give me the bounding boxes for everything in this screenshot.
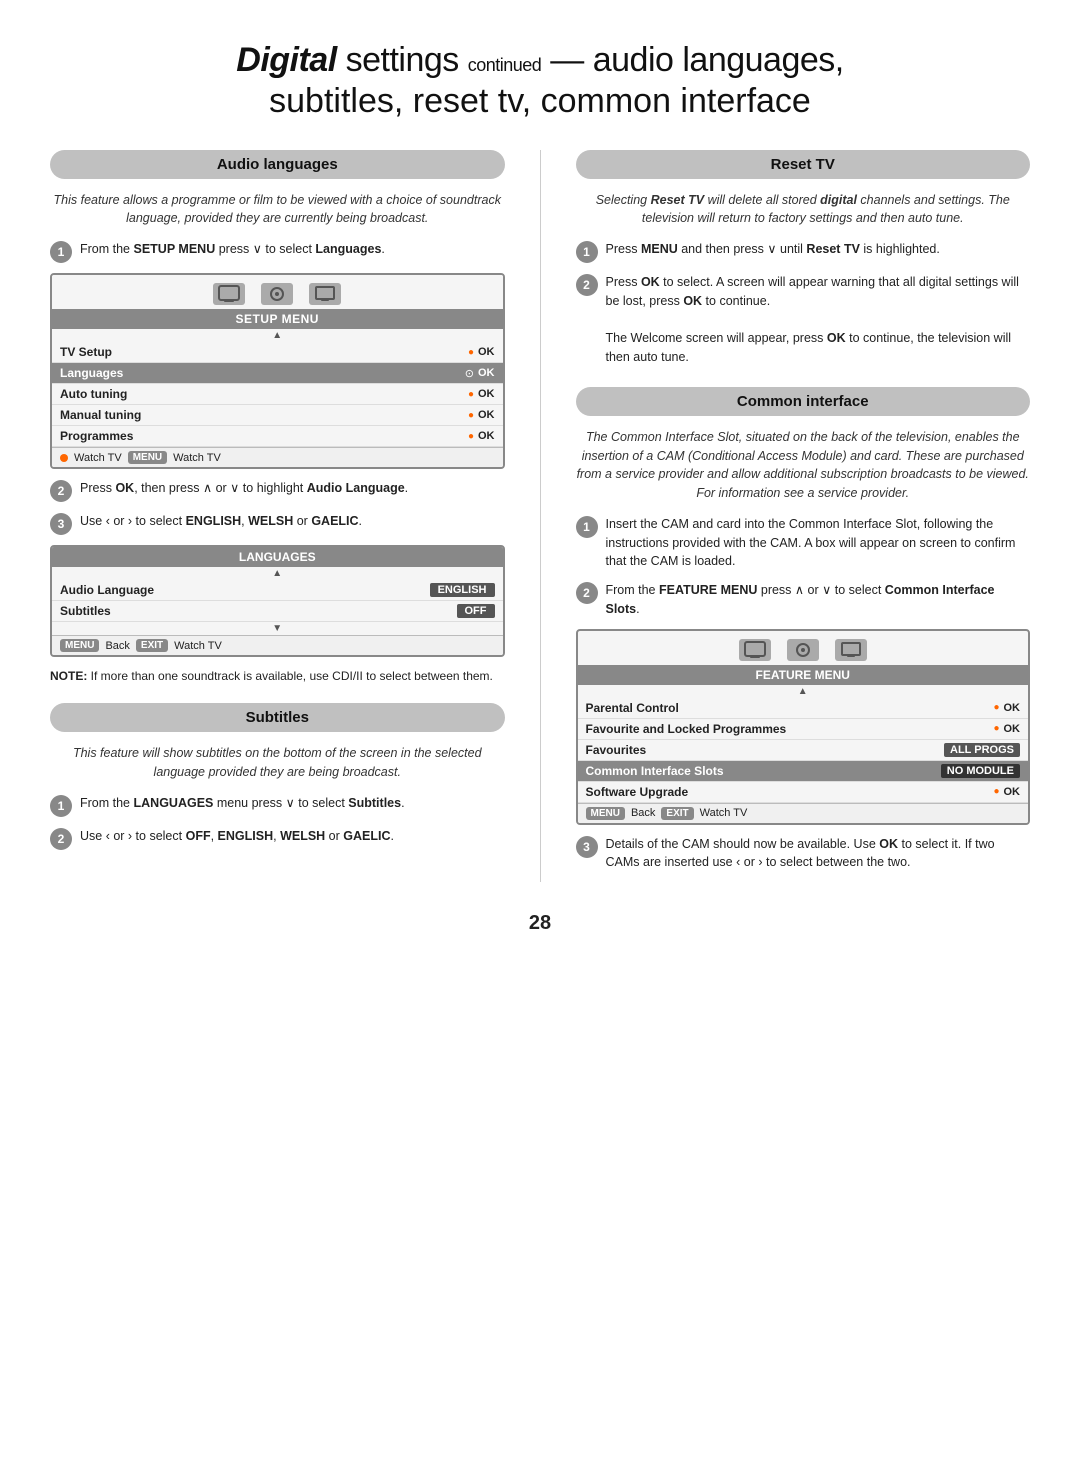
setup-menu-arrow-up: ▲: [52, 329, 503, 342]
lang-menu-btn: MENU: [60, 639, 99, 652]
audio-note: NOTE: If more than one soundtrack is ava…: [50, 667, 505, 685]
left-column: Audio languages This feature allows a pr…: [50, 150, 505, 883]
footer-menu-btn: MENU: [128, 451, 167, 464]
footer-dot: [60, 454, 68, 462]
audio-languages-section: Audio languages This feature allows a pr…: [50, 150, 505, 686]
step-num-2: 2: [50, 480, 72, 502]
step-2-text: Press OK, then press ∧ or ∨ to highlight…: [80, 479, 505, 498]
feature-menu-title: FEATURE MENU: [578, 665, 1029, 685]
reset-tv-section: Reset TV Selecting Reset TV will delete …: [576, 150, 1031, 367]
audio-languages-intro: This feature allows a programme or film …: [50, 191, 505, 229]
common-interface-intro: The Common Interface Slot, situated on t…: [576, 428, 1031, 503]
feature-menu-box: FEATURE MENU ▲ Parental Control ● OK Fav…: [576, 629, 1031, 825]
sub-step-num-1: 1: [50, 795, 72, 817]
step-num-1: 1: [50, 241, 72, 263]
fm-exit-btn: EXIT: [661, 807, 693, 820]
subtitles-header: Subtitles: [50, 703, 505, 732]
ci-step-3-text: Details of the CAM should now be availab…: [606, 835, 1031, 873]
common-interface-section: Common interface The Common Interface Sl…: [576, 387, 1031, 872]
step-3-text: Use ‹ or › to select ENGLISH, WELSH or G…: [80, 512, 505, 531]
fm-arrow-up: ▲: [578, 685, 1029, 698]
subtitles-section: Subtitles This feature will show subtitl…: [50, 703, 505, 850]
step-1-text: From the SETUP MENU press ∨ to select La…: [80, 240, 505, 259]
setup-icon-monitor: [309, 283, 341, 305]
feature-menu-footer: MENU Back EXIT Watch TV: [578, 803, 1029, 823]
title-settings: settings: [337, 41, 468, 79]
lang-arrow-down: ▼: [52, 622, 503, 635]
subtitles-step-2: 2 Use ‹ or › to select OFF, ENGLISH, WEL…: [50, 827, 505, 850]
lang-footer: MENU Back EXIT Watch TV: [52, 635, 503, 655]
setup-row-languages: Languages ⊙ OK: [52, 363, 503, 384]
sub-step-1-text: From the LANGUAGES menu press ∨ to selec…: [80, 794, 505, 813]
page-number: 28: [50, 912, 1030, 935]
sub-step-2-text: Use ‹ or › to select OFF, ENGLISH, WELSH…: [80, 827, 505, 846]
fm-row-parental: Parental Control ● OK: [578, 698, 1029, 719]
fm-row-common-interface: Common Interface Slots NO MODULE: [578, 761, 1029, 782]
ci-step-2-text: From the FEATURE MENU press ∧ or ∨ to se…: [606, 581, 1031, 619]
setup-row-autotuning: Auto tuning ● OK: [52, 384, 503, 405]
ci-step-num-2: 2: [576, 582, 598, 604]
reset-step-2: 2 Press OK to select. A screen will appe…: [576, 273, 1031, 367]
audio-languages-header: Audio languages: [50, 150, 505, 179]
setup-menu-box: SETUP MENU ▲ TV Setup ● OK Languages ⊙ O…: [50, 273, 505, 469]
title-continued: continued: [468, 55, 542, 75]
fm-row-favourite-locked: Favourite and Locked Programmes ● OK: [578, 719, 1029, 740]
common-interface-header: Common interface: [576, 387, 1031, 416]
setup-menu-icons: [52, 275, 503, 309]
ci-step-2: 2 From the FEATURE MENU press ∧ or ∨ to …: [576, 581, 1031, 619]
title-line2: subtitles, reset tv, common interface: [50, 81, 1030, 122]
setup-row-manualtuning: Manual tuning ● OK: [52, 405, 503, 426]
setup-menu-title: SETUP MENU: [52, 309, 503, 329]
lang-row-subtitles: Subtitles OFF: [52, 601, 503, 622]
audio-step-3: 3 Use ‹ or › to select ENGLISH, WELSH or…: [50, 512, 505, 535]
ci-step-num-1: 1: [576, 516, 598, 538]
lang-row-audio: Audio Language ENGLISH: [52, 580, 503, 601]
subtitles-step-1: 1 From the LANGUAGES menu press ∨ to sel…: [50, 794, 505, 817]
languages-menu-box: LANGUAGES ▲ Audio Language ENGLISH Subti…: [50, 545, 505, 657]
fm-row-favourites: Favourites ALL PROGS: [578, 740, 1029, 761]
step-num-3: 3: [50, 513, 72, 535]
fm-icon-tv: [739, 639, 771, 661]
title-digital: Digital: [236, 41, 336, 79]
fm-icon-sound: [787, 639, 819, 661]
fm-menu-btn: MENU: [586, 807, 625, 820]
setup-icon-sound: [261, 283, 293, 305]
page: Digital settings continued — audio langu…: [0, 0, 1080, 1473]
lang-menu-title: LANGUAGES: [52, 547, 503, 567]
feature-menu-icons: [578, 631, 1029, 665]
subtitles-intro: This feature will show subtitles on the …: [50, 744, 505, 782]
audio-step-1: 1 From the SETUP MENU press ∨ to select …: [50, 240, 505, 263]
fm-row-software-upgrade: Software Upgrade ● OK: [578, 782, 1029, 803]
setup-menu-footer: Watch TV MENU Watch TV: [52, 447, 503, 467]
reset-step-num-2: 2: [576, 274, 598, 296]
ci-step-num-3: 3: [576, 836, 598, 858]
reset-step-2-text: Press OK to select. A screen will appear…: [606, 273, 1031, 367]
setup-icon-tv: [213, 283, 245, 305]
right-column: Reset TV Selecting Reset TV will delete …: [576, 150, 1031, 883]
column-divider: [540, 150, 541, 883]
fm-icon-monitor: [835, 639, 867, 661]
setup-row-programmes: Programmes ● OK: [52, 426, 503, 447]
ci-step-3: 3 Details of the CAM should now be avail…: [576, 835, 1031, 873]
lang-arrow-up: ▲: [52, 567, 503, 580]
ci-step-1-text: Insert the CAM and card into the Common …: [606, 515, 1031, 571]
lang-exit-btn: EXIT: [136, 639, 168, 652]
audio-step-2: 2 Press OK, then press ∧ or ∨ to highlig…: [50, 479, 505, 502]
reset-tv-header: Reset TV: [576, 150, 1031, 179]
reset-step-1-text: Press MENU and then press ∨ until Reset …: [606, 240, 1031, 259]
reset-tv-intro: Selecting Reset TV will delete all store…: [576, 191, 1031, 229]
reset-step-num-1: 1: [576, 241, 598, 263]
page-title: Digital settings continued — audio langu…: [50, 40, 1030, 122]
setup-row-tvsetup: TV Setup ● OK: [52, 342, 503, 363]
reset-step-1: 1 Press MENU and then press ∨ until Rese…: [576, 240, 1031, 263]
sub-step-num-2: 2: [50, 828, 72, 850]
ci-step-1: 1 Insert the CAM and card into the Commo…: [576, 515, 1031, 571]
title-rest: — audio languages,: [541, 41, 843, 79]
